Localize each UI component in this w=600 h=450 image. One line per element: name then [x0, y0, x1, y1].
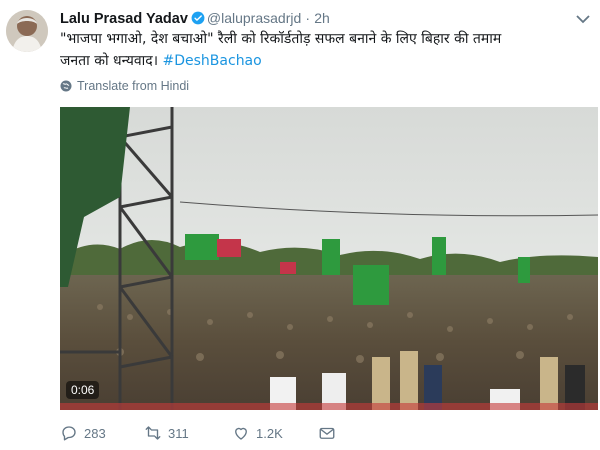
avatar[interactable]: [6, 10, 48, 52]
translate-link[interactable]: Translate from Hindi: [60, 79, 189, 93]
video-timecode: 0:06: [66, 381, 100, 399]
like-count: 1.2K: [256, 425, 283, 441]
direct-message-button[interactable]: [318, 424, 336, 442]
like-icon: [235, 427, 247, 440]
tweet-header: Lalu Prasad Yadav @laluprasadrjd · 2h: [60, 10, 330, 27]
retweet-icon: [145, 426, 161, 440]
globe-icon: [60, 80, 72, 92]
dm-icon: [319, 427, 335, 439]
tweet-actions: 283 311 1.2K: [60, 424, 360, 446]
separator: ·: [305, 10, 311, 26]
reply-count: 283: [84, 425, 106, 441]
retweet-count: 311: [168, 425, 189, 441]
author-name[interactable]: Lalu Prasad Yadav: [60, 11, 188, 27]
timestamp[interactable]: 2h: [314, 10, 330, 26]
tweet-text: "भाजपा भगाओ, देश बचाओ" रैली को रिकॉर्डतो…: [60, 28, 580, 72]
translate-label: Translate from Hindi: [77, 79, 190, 93]
verified-icon: [191, 11, 205, 25]
tweet-text-line-1: "भाजपा भगाओ, देश बचाओ" रैली को रिकॉर्डतो…: [60, 31, 502, 47]
video-player[interactable]: 0:06: [60, 107, 598, 410]
reply-button[interactable]: 283: [60, 424, 106, 442]
tweet-text-line-2: जनता को धन्यवाद।: [60, 53, 159, 69]
reply-icon: [62, 426, 76, 441]
like-button[interactable]: 1.2K: [232, 424, 283, 442]
hashtag-link[interactable]: #DeshBachao: [163, 53, 262, 69]
author-handle[interactable]: @laluprasadrjd: [207, 10, 301, 26]
video-thumbnail: [60, 107, 598, 410]
chevron-down-icon[interactable]: [576, 14, 590, 24]
retweet-button[interactable]: 311: [144, 424, 189, 442]
tweet: Lalu Prasad Yadav @laluprasadrjd · 2h "भा…: [0, 0, 600, 450]
